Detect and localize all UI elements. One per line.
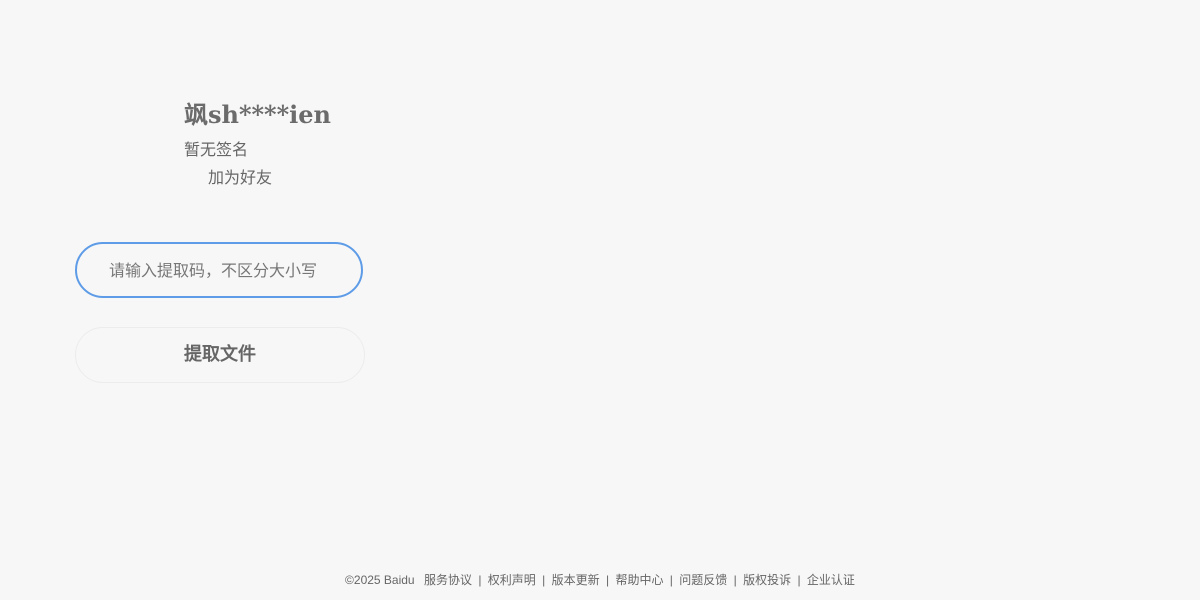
footer-link-copyright-complaint[interactable]: 版权投诉: [743, 573, 791, 587]
footer-separator: |: [669, 573, 673, 587]
share-extract-page: 飒sh****ien 暂无签名 加为好友 提取文件 ©2025 Baidu 服务…: [0, 0, 1200, 600]
extract-code-input[interactable]: [77, 244, 361, 296]
footer-link-service-agreement[interactable]: 服务协议: [424, 573, 472, 587]
sharer-signature: 暂无签名: [184, 140, 249, 159]
sharer-profile: 飒sh****ien 暂无签名 加为好友: [184, 96, 404, 190]
copyright-text: ©2025 Baidu: [345, 573, 415, 587]
extract-code-field: [75, 242, 363, 298]
add-friend-link[interactable]: 加为好友: [208, 166, 272, 190]
footer-link-feedback[interactable]: 问题反馈: [679, 573, 727, 587]
extract-file-button[interactable]: 提取文件: [75, 327, 365, 383]
footer-separator: |: [733, 573, 737, 587]
footer-separator: |: [542, 573, 546, 587]
footer-separator: |: [797, 573, 801, 587]
footer-link-enterprise-certification[interactable]: 企业认证: [807, 573, 855, 587]
page-footer: ©2025 Baidu 服务协议 | 权利声明 | 版本更新 | 帮助中心 | …: [0, 570, 1200, 590]
footer-separator: |: [605, 573, 610, 587]
footer-link-help-center[interactable]: 帮助中心: [615, 573, 663, 587]
footer-link-rights-statement[interactable]: 权利声明: [488, 573, 536, 587]
footer-link-version-update[interactable]: 版本更新: [552, 573, 600, 587]
sharer-username: 飒sh****ien: [184, 100, 331, 129]
footer-separator: |: [478, 573, 482, 587]
